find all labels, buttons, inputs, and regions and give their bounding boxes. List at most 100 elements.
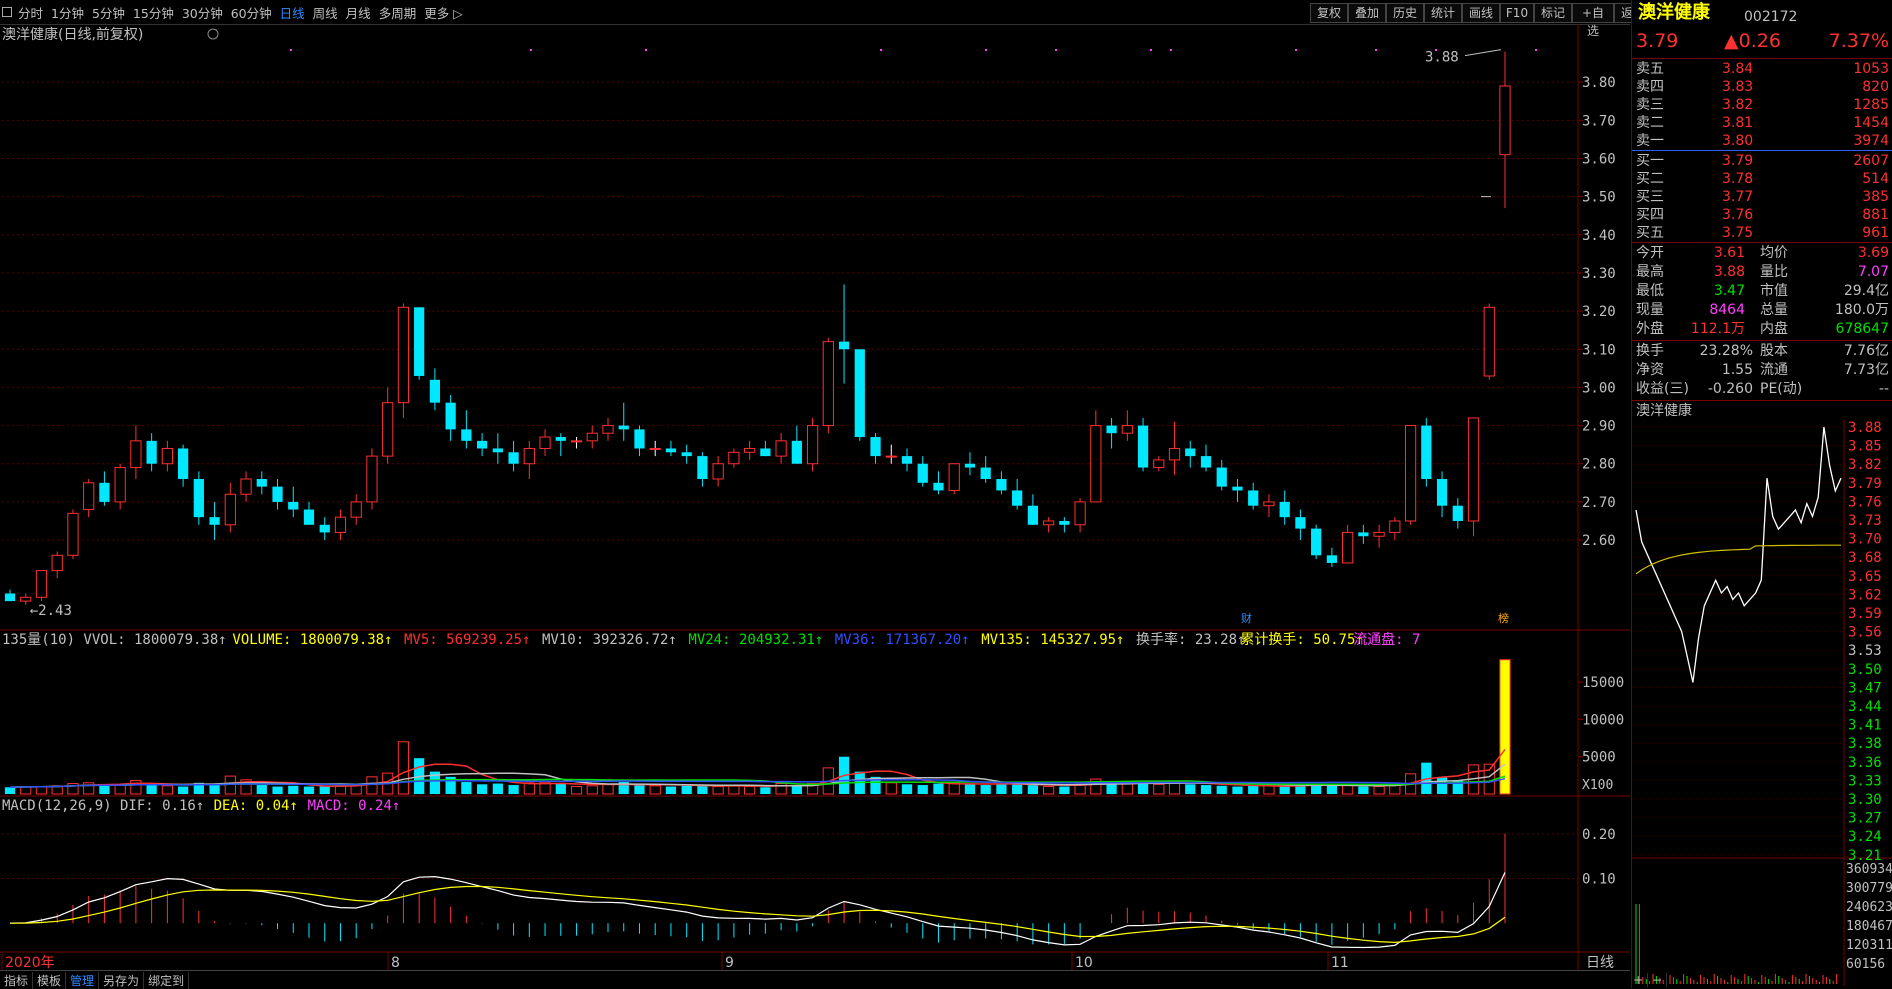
candle[interactable] — [414, 307, 425, 380]
candle[interactable] — [681, 444, 692, 464]
candle[interactable] — [1499, 51, 1511, 209]
candle[interactable] — [1012, 479, 1023, 510]
candle[interactable] — [1358, 524, 1369, 544]
candle[interactable] — [1263, 494, 1275, 518]
candle[interactable] — [1373, 524, 1385, 548]
toolbar-button-5[interactable]: F10 — [1500, 3, 1534, 23]
candle[interactable] — [1311, 524, 1322, 560]
candle[interactable] — [1452, 498, 1463, 529]
ranking-marker[interactable]: 榜 — [1498, 611, 1509, 625]
candle[interactable] — [539, 429, 551, 457]
candle[interactable] — [1027, 494, 1039, 525]
candle[interactable] — [67, 509, 79, 560]
add-button[interactable]: + — [1629, 973, 1649, 987]
period-tab-3[interactable]: 15分钟 — [129, 3, 178, 22]
toolbar-button-2[interactable]: 历史 — [1386, 3, 1424, 23]
toolbar-button-3[interactable]: 统计 — [1424, 3, 1462, 23]
candle[interactable] — [1279, 490, 1290, 525]
candle[interactable] — [224, 482, 236, 533]
toolbar-button-7[interactable]: +自选 — [1572, 3, 1614, 38]
candle[interactable] — [209, 501, 220, 541]
candle[interactable] — [476, 433, 488, 457]
candle[interactable] — [350, 494, 362, 525]
candle[interactable] — [4, 589, 16, 602]
candle[interactable] — [1168, 421, 1181, 476]
candle[interactable] — [1200, 444, 1212, 472]
window-menu-icon[interactable] — [0, 5, 14, 20]
candle[interactable] — [240, 471, 252, 502]
candle[interactable] — [1389, 517, 1401, 541]
candle[interactable] — [1248, 482, 1259, 510]
candle[interactable] — [288, 486, 299, 518]
candle[interactable] — [382, 387, 394, 464]
candle[interactable] — [272, 479, 283, 510]
bottom-tab-3[interactable]: 另存为 — [99, 971, 145, 989]
candle[interactable] — [1467, 417, 1480, 537]
period-tab-0[interactable]: 分时 — [14, 3, 47, 22]
candle[interactable] — [634, 425, 645, 457]
period-tab-4[interactable]: 30分钟 — [178, 3, 227, 22]
candle[interactable] — [429, 368, 441, 411]
candle[interactable] — [334, 509, 347, 541]
candle[interactable] — [775, 433, 787, 464]
candle[interactable] — [1043, 517, 1055, 533]
candle[interactable] — [1326, 547, 1338, 567]
candle[interactable] — [996, 471, 1007, 495]
candle[interactable] — [744, 440, 756, 460]
candle[interactable] — [445, 395, 456, 441]
period-tab-7[interactable]: 周线 — [309, 3, 342, 22]
candle[interactable] — [665, 440, 677, 457]
candle[interactable] — [791, 425, 802, 464]
candle[interactable] — [570, 437, 583, 449]
candle[interactable] — [83, 479, 95, 518]
period-tab-2[interactable]: 5分钟 — [88, 3, 129, 22]
candle[interactable] — [1153, 456, 1165, 472]
candle[interactable] — [917, 456, 928, 487]
period-tab-10[interactable]: 更多 ▷ — [420, 3, 467, 22]
candle[interactable] — [1421, 417, 1432, 487]
candle[interactable] — [193, 471, 204, 525]
remove-button[interactable]: − — [1648, 973, 1668, 987]
candle[interactable] — [35, 570, 48, 602]
intraday-mini-chart[interactable]: 3.88 3.85 3.82 3.79 3.76 3.73 3.70 3.68 3.65 3.62… — [1632, 420, 1892, 986]
period-tab-1[interactable]: 1分钟 — [47, 3, 88, 22]
candle[interactable] — [397, 303, 410, 418]
candle[interactable] — [1483, 303, 1495, 380]
toolbar-button-1[interactable]: 叠加 — [1348, 3, 1386, 23]
candle[interactable] — [980, 456, 991, 483]
candle[interactable] — [933, 471, 944, 495]
candle[interactable] — [618, 402, 629, 441]
period-tab-8[interactable]: 月线 — [342, 3, 375, 22]
candle[interactable] — [51, 551, 63, 579]
candle[interactable] — [1232, 479, 1243, 502]
candle[interactable] — [492, 433, 503, 464]
candle[interactable] — [523, 440, 535, 479]
finance-marker[interactable]: 财 — [1241, 611, 1252, 625]
candle[interactable] — [948, 463, 960, 495]
toolbar-button-4[interactable]: 画线 — [1462, 3, 1500, 23]
candle[interactable] — [99, 471, 110, 506]
candle[interactable] — [1106, 417, 1117, 449]
candle[interactable] — [303, 501, 315, 525]
candle[interactable] — [1342, 524, 1354, 564]
toolbar-button-6[interactable]: 标记 — [1534, 3, 1572, 23]
candle[interactable] — [1137, 417, 1149, 472]
candle[interactable] — [555, 433, 566, 457]
chart-settings-icon[interactable] — [207, 28, 219, 40]
period-tab-9[interactable]: 多周期 — [375, 3, 421, 22]
bottom-tab-2[interactable]: 管理 — [66, 971, 100, 989]
candle[interactable] — [256, 471, 267, 495]
candle[interactable] — [1436, 471, 1448, 518]
candle[interactable] — [822, 337, 834, 434]
candle[interactable] — [1295, 509, 1306, 541]
candle[interactable] — [1090, 410, 1102, 503]
candle[interactable] — [319, 517, 330, 541]
candle[interactable] — [854, 349, 865, 441]
candle[interactable] — [161, 440, 173, 472]
candle[interactable] — [508, 440, 519, 472]
candle[interactable] — [838, 284, 850, 384]
candle[interactable] — [1074, 498, 1086, 533]
candle[interactable] — [146, 433, 157, 472]
candle[interactable] — [728, 448, 740, 468]
candle[interactable] — [602, 417, 614, 441]
